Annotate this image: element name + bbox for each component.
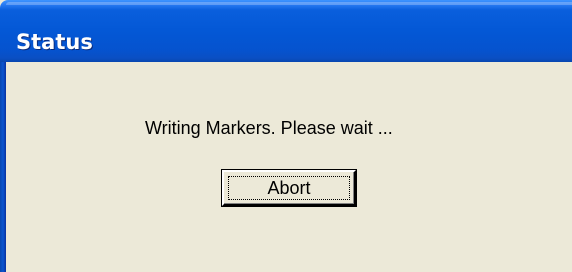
window-frame-left	[0, 62, 6, 272]
status-message: Writing Markers. Please wait ...	[145, 118, 393, 138]
window-title: Status	[16, 30, 93, 54]
title-bar[interactable]: Status	[0, 0, 572, 62]
abort-button[interactable]: Abort	[222, 170, 356, 206]
title-bar-highlight	[6, 2, 572, 5]
abort-button-label: Abort	[267, 177, 311, 198]
status-dialog: Status Writing Markers. Please wait ... …	[0, 0, 572, 272]
